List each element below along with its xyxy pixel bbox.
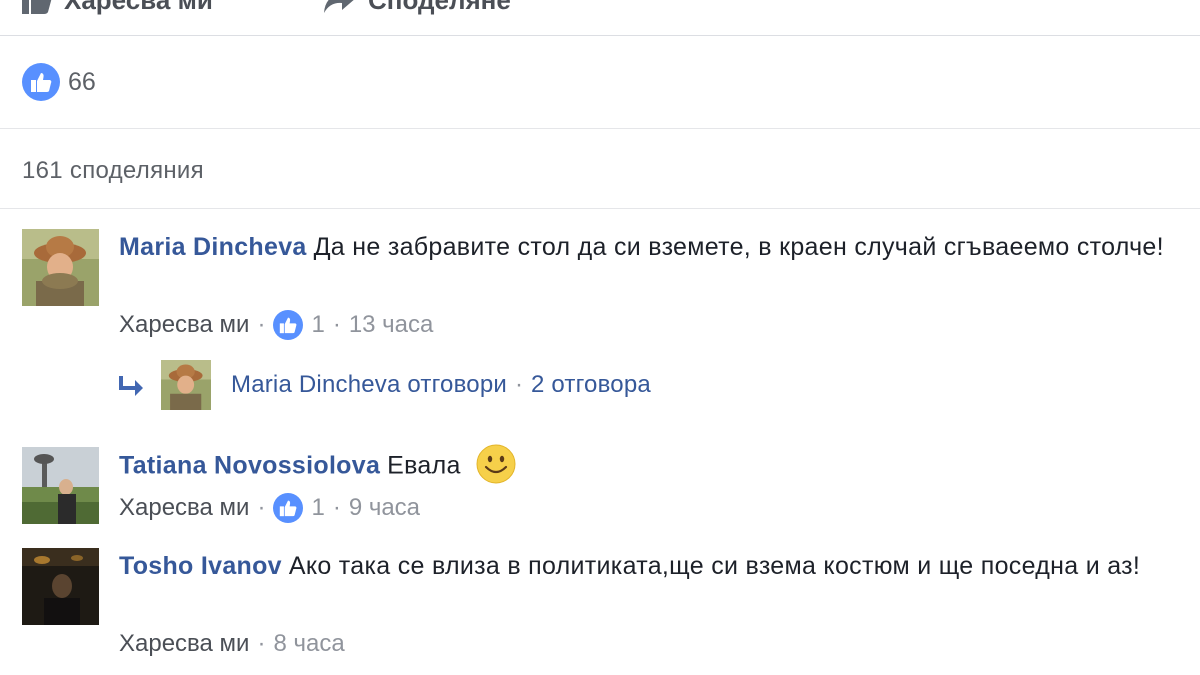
comment-meta: Харесва ми · 1 · 13 часа	[119, 310, 433, 340]
separator-dot: ·	[257, 494, 266, 521]
share-arrow-icon	[324, 0, 354, 13]
comment-meta: Харесва ми · 8 часа	[119, 630, 345, 658]
comment-like-link[interactable]: Харесва ми	[119, 494, 249, 522]
like-reaction-icon[interactable]	[273, 310, 304, 340]
separator-dot: ·	[514, 371, 523, 398]
avatar[interactable]	[22, 229, 99, 306]
separator-dot: ·	[332, 311, 341, 338]
like-reaction-icon[interactable]	[273, 493, 304, 523]
comment-like-link[interactable]: Харесва ми	[119, 311, 249, 339]
avatar	[161, 360, 211, 410]
smiley-emoji-icon	[476, 444, 516, 484]
comment-text: Да не забравите стол да си вземете, в кр…	[313, 233, 1164, 261]
like-action-label: Харесва ми	[64, 0, 213, 15]
shares-count-link[interactable]: 161 споделяния	[22, 157, 204, 185]
comment-text: Ако така се влиза в политиката,ще си взе…	[288, 552, 1141, 580]
comment-author-link[interactable]: Tosho Ivanov	[119, 552, 282, 580]
reply-arrow-icon	[117, 370, 147, 400]
like-action-button[interactable]: Харесва ми	[22, 0, 213, 14]
comment-author-link[interactable]: Tatiana Novossiolova	[119, 452, 380, 480]
comment-timestamp[interactable]: 8 часа	[273, 630, 344, 658]
comment-text: Евала	[387, 451, 461, 480]
reply-count-text: 2 отговора	[530, 371, 651, 398]
comment-meta: Харесва ми · 1 · 9 часа	[119, 493, 420, 523]
avatar[interactable]	[22, 447, 99, 524]
comment-like-count[interactable]: 1	[311, 311, 324, 339]
comment-like-link[interactable]: Харесва ми	[119, 630, 249, 658]
divider	[0, 208, 1200, 209]
comment-author-link[interactable]: Maria Dincheva	[119, 233, 307, 261]
comment-timestamp[interactable]: 13 часа	[349, 311, 434, 339]
comment-timestamp[interactable]: 9 часа	[349, 494, 420, 522]
separator-dot: ·	[257, 311, 266, 338]
share-action-label: Споделяне	[368, 0, 511, 15]
reactions-summary[interactable]: 66	[22, 63, 96, 101]
reply-author-text: Maria Dincheva отговори	[231, 371, 507, 398]
view-replies-link[interactable]: Maria Dincheva отговори · 2 отговора	[117, 360, 651, 410]
thumbs-up-icon	[22, 0, 52, 14]
post-action-bar: Харесва ми Споделяне	[0, 0, 1200, 36]
divider	[0, 128, 1200, 129]
avatar[interactable]	[22, 548, 99, 625]
comment-like-count[interactable]: 1	[311, 494, 324, 522]
separator-dot: ·	[332, 494, 341, 521]
separator-dot: ·	[257, 630, 266, 657]
share-action-button[interactable]: Споделяне	[322, 0, 511, 14]
reaction-count: 66	[68, 67, 96, 96]
like-reaction-icon	[22, 63, 60, 101]
